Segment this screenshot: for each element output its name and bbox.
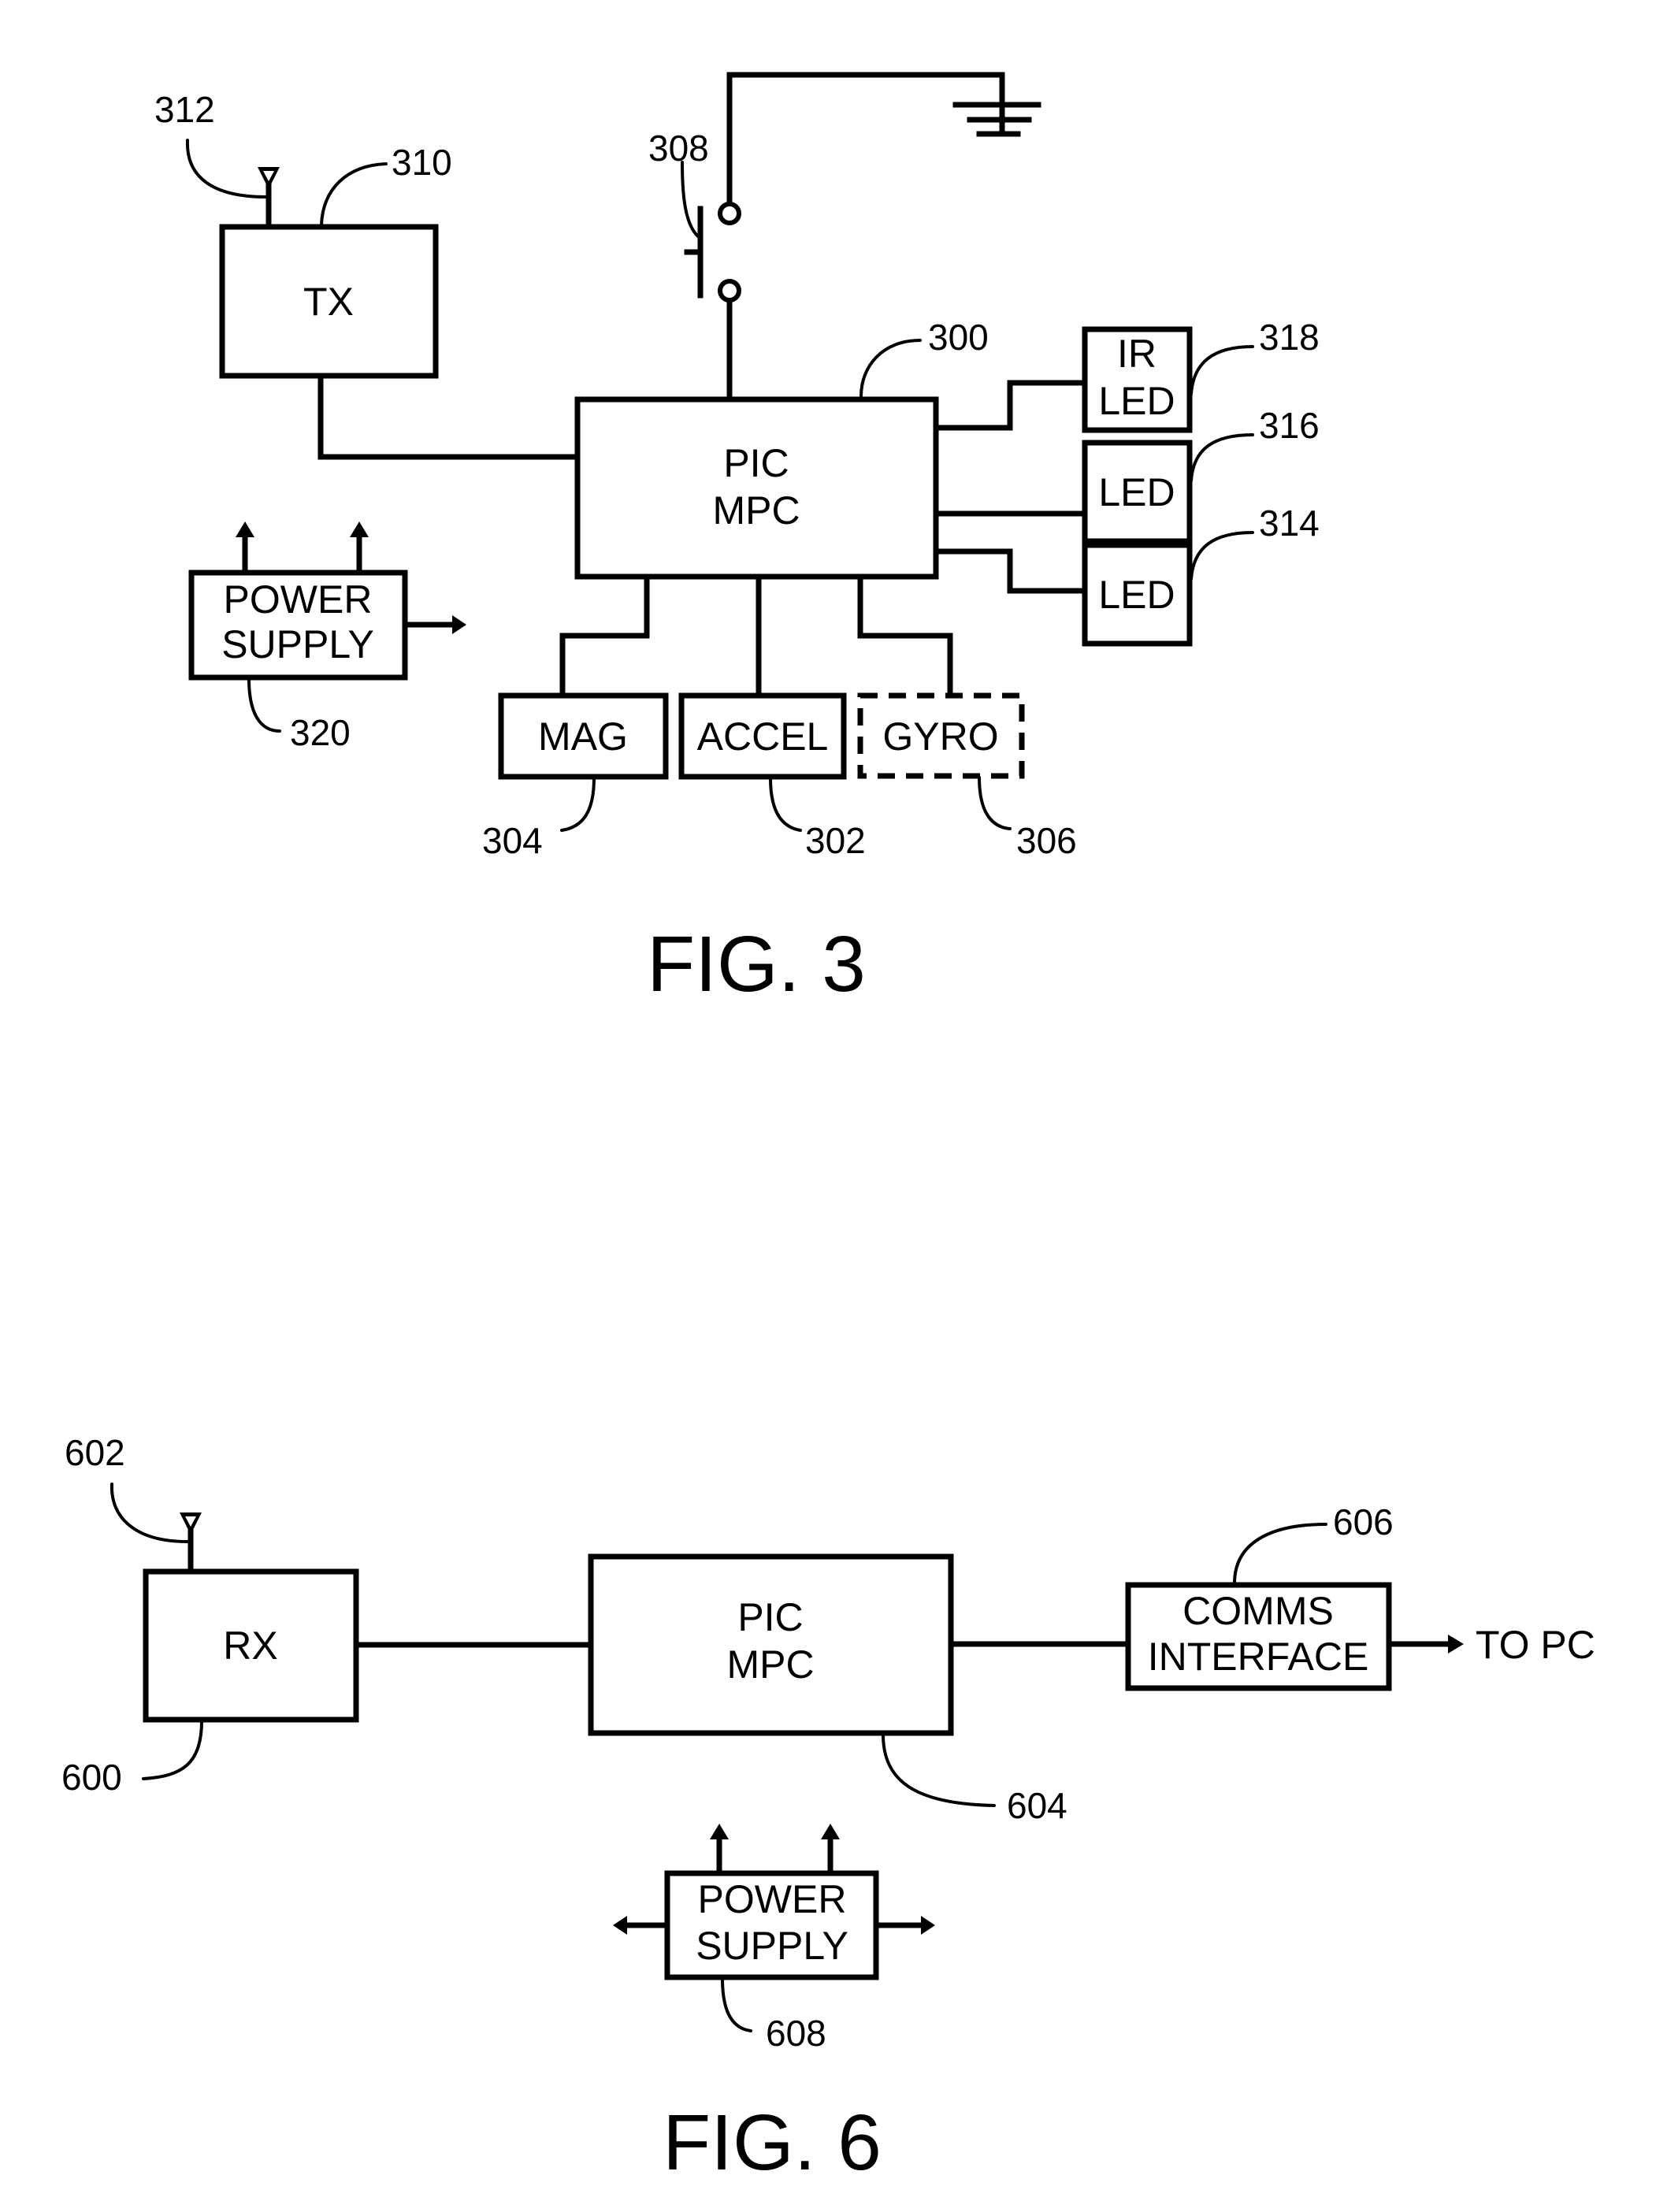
power-supply-608-label-line1: POWER [698, 1877, 847, 1921]
tx-label: TX [303, 280, 354, 324]
fig3-caption: FIG. 3 [647, 920, 866, 1008]
ref-308: 308 [648, 128, 709, 169]
ref-304: 304 [482, 820, 543, 861]
rx-label: RX [223, 1624, 277, 1668]
leader-314 [1190, 531, 1254, 581]
to-pc-label: TO PC [1476, 1623, 1595, 1667]
gyro-label: GYRO [882, 714, 998, 759]
leader-600 [142, 1720, 203, 1780]
ground-icon [952, 102, 1041, 137]
ref-608: 608 [766, 2013, 826, 2054]
accel-label: ACCEL [697, 714, 829, 759]
leader-604 [882, 1733, 996, 1807]
leader-300 [859, 339, 922, 398]
pic-label-line1: PIC [737, 1595, 803, 1639]
leader-318 [1190, 345, 1254, 395]
leader-608 [721, 1977, 752, 2032]
ref-312: 312 [154, 89, 215, 130]
fig6-caption: FIG. 6 [663, 2099, 882, 2187]
ref-306: 306 [1016, 820, 1077, 861]
pic-label-line2: MPC [712, 488, 800, 533]
leader-320 [247, 677, 281, 733]
comms-label-line2: INTERFACE [1148, 1635, 1369, 1679]
ref-310: 310 [392, 142, 452, 183]
fig6: 602 RX 600 PIC MPC 604 COMMS INTERFACE 6… [61, 1432, 1595, 2187]
ref-600: 600 [61, 1757, 122, 1798]
led-314-label: LED [1098, 573, 1175, 617]
leader-306 [978, 776, 1012, 830]
fig3: TX 312 310 308 PIC MPC 300 IR LED LED LE… [154, 72, 1320, 1008]
mag-label: MAG [538, 714, 628, 759]
leader-308 [681, 161, 700, 238]
leader-312 [185, 139, 268, 199]
wire-pic-mag [559, 573, 650, 699]
leader-316 [1190, 433, 1254, 482]
wire-pic-led314 [933, 548, 1088, 594]
led-316-label: LED [1098, 470, 1175, 514]
ir-led-label-line1: IR [1117, 332, 1157, 376]
ref-316: 316 [1259, 405, 1320, 446]
patent-drawing-sheet: TX 312 310 308 PIC MPC 300 IR LED LED LE… [61, 72, 1595, 2187]
leader-304 [560, 777, 596, 832]
leader-302 [769, 777, 802, 832]
wire-pic-gyro [857, 573, 953, 699]
ref-602: 602 [65, 1432, 125, 1473]
power-supply-320-label-line2: SUPPLY [221, 622, 374, 666]
ref-604: 604 [1007, 1785, 1067, 1826]
ref-318: 318 [1259, 317, 1320, 358]
arrow-right-icon [1386, 1635, 1464, 1653]
wire-pic-irled [933, 380, 1088, 431]
ref-606: 606 [1333, 1501, 1394, 1542]
ir-led-label-line2: LED [1098, 379, 1175, 423]
wire-tx-pic [317, 373, 581, 460]
pic-label-line2: MPC [726, 1642, 814, 1687]
leader-602 [110, 1483, 189, 1543]
ref-302: 302 [805, 820, 866, 861]
ref-314: 314 [1259, 503, 1320, 544]
leader-606 [1233, 1523, 1327, 1585]
power-supply-320-label-line1: POWER [224, 577, 373, 622]
power-supply-608-label-line2: SUPPLY [696, 1924, 848, 1968]
pic-label-line1: PIC [723, 441, 789, 485]
ref-300: 300 [928, 317, 989, 358]
leader-310 [320, 162, 388, 226]
ref-320: 320 [290, 712, 351, 753]
comms-label-line1: COMMS [1182, 1589, 1334, 1633]
